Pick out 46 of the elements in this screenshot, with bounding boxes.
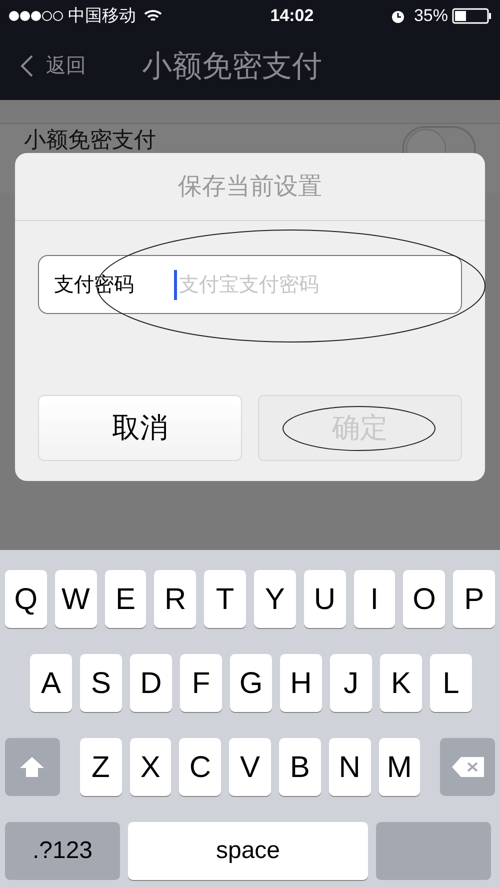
keyboard-key[interactable]: B [278, 738, 321, 796]
page-title: 小额免密支付 [142, 48, 322, 84]
delete-icon [450, 756, 485, 778]
keyboard-key[interactable]: M [378, 738, 420, 796]
keyboard-key[interactable]: A [30, 654, 72, 712]
keyboard-key[interactable]: X [130, 738, 172, 796]
back-chevron-icon [20, 54, 34, 78]
keyboard-key[interactable]: K [380, 654, 422, 712]
keyboard-key[interactable]: V [229, 738, 271, 796]
dialog-button[interactable]: 取消 [38, 395, 242, 461]
keyboard-key[interactable]: N [328, 738, 371, 796]
wifi-icon [144, 9, 162, 23]
keyboard-key[interactable]: F [180, 654, 222, 712]
keyboard-key[interactable]: J [330, 654, 372, 712]
back-button[interactable]: 返回 [20, 51, 86, 81]
keyboard-key[interactable]: Y [254, 570, 296, 628]
keyboard-key[interactable]: G [230, 654, 272, 712]
shift-key[interactable] [5, 738, 60, 796]
shift-arrow-icon [19, 756, 46, 778]
keyboard-key[interactable]: Z [80, 738, 122, 796]
keyboard-key[interactable]: H [280, 654, 322, 712]
keyboard-key[interactable]: R [154, 570, 196, 628]
keyboard-key[interactable]: O [403, 570, 446, 628]
dialog-title: 保存当前设置 [178, 172, 322, 202]
space-key[interactable]: space [128, 822, 368, 880]
keyboard-key[interactable]: D [130, 654, 172, 712]
keyboard-key[interactable]: W [54, 570, 97, 628]
keyboard-key[interactable]: U [304, 570, 346, 628]
keyboard-key[interactable]: I [354, 570, 396, 628]
setting-label: 小额免密支付 [24, 128, 156, 152]
delete-key[interactable] [440, 738, 496, 796]
keyboard-key[interactable]: T [204, 570, 246, 628]
battery-icon [452, 8, 492, 24]
alarm-clock-icon [390, 8, 406, 24]
numbers-key[interactable]: .?123 [5, 822, 120, 880]
keyboard-key[interactable]: S [80, 654, 122, 712]
signal-icon [8, 10, 64, 22]
keyboard-key[interactable]: E [104, 570, 146, 628]
keyboard-key[interactable]: L [430, 654, 472, 712]
keyboard-key[interactable]: C [179, 738, 222, 796]
battery-percent: 35% [414, 5, 448, 28]
carrier-text: 中国移动 [68, 5, 136, 28]
password-input[interactable]: 支付宝支付密码 [174, 270, 461, 300]
keyboard-key[interactable]: P [453, 570, 495, 628]
time-text: 14:02 [269, 5, 314, 28]
keyboard-key[interactable]: Q [5, 570, 47, 628]
